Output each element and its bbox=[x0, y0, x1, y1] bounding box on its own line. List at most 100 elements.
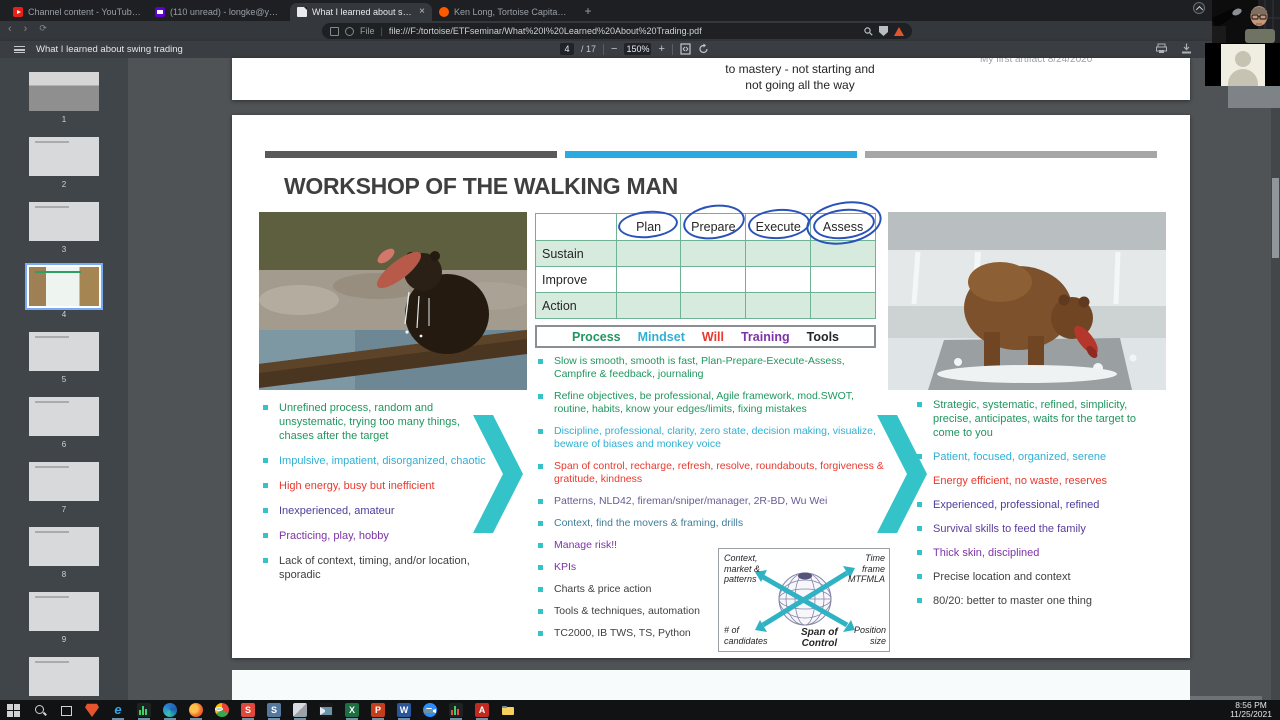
file-explorer-icon[interactable] bbox=[501, 703, 515, 717]
desktop: Channel content - YouTube Studio (110 un… bbox=[0, 0, 1280, 720]
page-thumbnail-6[interactable]: 6 bbox=[29, 397, 99, 449]
new-tab-button[interactable]: + bbox=[580, 4, 596, 20]
brave-icon[interactable] bbox=[85, 703, 99, 717]
bullet-item: 80/20: better to master one thing bbox=[917, 594, 1165, 608]
table-cell bbox=[680, 266, 747, 293]
span-of-control-diagram: Context, market & patterns Time frame MT… bbox=[718, 548, 890, 652]
bullet-text: Span of control, recharge, refresh, reso… bbox=[554, 460, 884, 485]
snagit-icon[interactable]: S bbox=[241, 703, 255, 720]
pdf-toolbar: What I learned about swing trading 4 / 1… bbox=[0, 41, 1280, 58]
bullet-item: Discipline, professional, clarity, zero … bbox=[538, 425, 890, 451]
bullet-marker bbox=[538, 499, 543, 504]
browser-tab-strip: Channel content - YouTube Studio (110 un… bbox=[0, 0, 1280, 21]
bullet-marker bbox=[538, 394, 543, 399]
novice-list: Unrefined process, random and unsystemat… bbox=[263, 401, 491, 582]
bullet-marker bbox=[263, 558, 268, 563]
word-icon[interactable]: W bbox=[397, 703, 411, 720]
scrollbar-thumb[interactable] bbox=[1272, 178, 1279, 258]
bullet-marker bbox=[538, 359, 543, 364]
page-thumbnail-9[interactable]: 9 bbox=[29, 592, 99, 644]
audio-app-2-icon[interactable] bbox=[449, 703, 463, 720]
reload-button[interactable]: ⟳ bbox=[39, 23, 47, 35]
bullet-marker bbox=[538, 429, 543, 434]
bullet-text: Survival skills to feed the family bbox=[933, 523, 1086, 535]
bear-waterfall-photo bbox=[888, 212, 1166, 390]
3d-viewer-icon[interactable] bbox=[293, 703, 307, 720]
mail-icon bbox=[155, 7, 165, 17]
print-icon[interactable] bbox=[1156, 43, 1167, 54]
bullet-item: Thick skin, disciplined bbox=[917, 546, 1165, 560]
page-thumbnail-5[interactable]: 5 bbox=[29, 332, 99, 384]
download-icon[interactable] bbox=[1181, 43, 1192, 54]
page-scroll-area[interactable]: to mastery - not starting and not going … bbox=[128, 58, 1280, 700]
zoom-in-button[interactable]: + bbox=[658, 43, 664, 55]
page-thumbnail-2[interactable]: 2 bbox=[29, 137, 99, 189]
zoom-out-button[interactable]: − bbox=[611, 43, 617, 55]
internet-explorer-icon[interactable]: e bbox=[111, 703, 125, 720]
slide-title: WORKSHOP OF THE WALKING MAN bbox=[284, 173, 678, 199]
zoom-level-value[interactable]: 150% bbox=[624, 43, 652, 55]
tab-yahoo-mail[interactable]: (110 unread) - longke@yahoo.com - bbox=[148, 3, 290, 21]
bullet-item: Energy efficient, no waste, reserves bbox=[917, 474, 1165, 488]
collapse-video-button[interactable] bbox=[1193, 2, 1205, 14]
brave-rewards-icon[interactable] bbox=[894, 26, 904, 36]
reading-list-icon[interactable] bbox=[330, 26, 339, 36]
page-number-input[interactable]: 4 bbox=[560, 43, 574, 55]
page-thumbnail-8[interactable]: 8 bbox=[29, 527, 99, 579]
page-thumbnail-4-selected[interactable]: 4 bbox=[29, 267, 99, 319]
table-cell bbox=[810, 292, 876, 319]
tab-title: (110 unread) - longke@yahoo.com - bbox=[170, 7, 283, 17]
zoom-page-icon[interactable] bbox=[864, 26, 873, 36]
tab-swing-trading-pdf[interactable]: What I learned about swing tradi × bbox=[290, 3, 432, 21]
powerpoint-icon[interactable]: P bbox=[371, 703, 385, 720]
vertical-scrollbar[interactable] bbox=[1271, 58, 1280, 700]
snagit-editor-icon[interactable]: S bbox=[267, 703, 281, 720]
excel-icon[interactable]: X bbox=[345, 703, 359, 720]
media-app-icon[interactable] bbox=[319, 703, 333, 717]
diagram-label-position-size: Position size bbox=[853, 625, 886, 646]
col-header-prepare: Prepare bbox=[680, 213, 747, 241]
windows-taskbar: e S S X P W A 8:56 PM 11/25/2021 bbox=[0, 700, 1280, 720]
forward-button[interactable]: › bbox=[24, 23, 28, 35]
firefox-icon[interactable] bbox=[189, 703, 203, 720]
tab-youtube-studio[interactable]: Channel content - YouTube Studio bbox=[6, 3, 148, 21]
row-header-action: Action bbox=[535, 292, 617, 319]
pdf-menu-icon[interactable] bbox=[14, 46, 25, 53]
task-view-icon[interactable] bbox=[59, 703, 73, 717]
bullet-item: Patterns, NLD42, fireman/sniper/manager,… bbox=[538, 495, 890, 508]
bullet-text: Discipline, professional, clarity, zero … bbox=[554, 425, 876, 450]
fit-page-icon[interactable] bbox=[680, 43, 691, 55]
edge-icon[interactable] bbox=[163, 703, 177, 720]
bullet-item: Span of control, recharge, refresh, reso… bbox=[538, 460, 890, 486]
col-header-plan: Plan bbox=[615, 213, 682, 241]
table-cell bbox=[745, 292, 812, 319]
browser-address-bar: ‹ › ⟳ File | file:///F:/tortoise/ETFsemi… bbox=[0, 21, 1280, 41]
bullet-text: Charts & price action bbox=[554, 583, 652, 595]
page-thumbnail-10[interactable]: 10 bbox=[29, 657, 99, 700]
taskbar-clock[interactable]: 8:56 PM 11/25/2021 bbox=[1230, 701, 1272, 719]
start-button-icon[interactable] bbox=[7, 703, 21, 717]
toolbar-divider bbox=[603, 43, 605, 55]
page-thumbnail-3[interactable]: 3 bbox=[29, 202, 99, 254]
tab-patreon[interactable]: Ken Long, Tortoise Capital Mgt is crea bbox=[432, 3, 574, 21]
legend-tools: Tools bbox=[806, 329, 840, 344]
rotate-icon[interactable] bbox=[698, 43, 709, 55]
search-icon[interactable] bbox=[33, 703, 47, 717]
accent-bar-cyan bbox=[565, 151, 857, 158]
brave-shield-icon[interactable] bbox=[879, 26, 888, 36]
bullet-marker bbox=[263, 483, 268, 488]
row-header-improve: Improve bbox=[535, 266, 617, 293]
bullet-marker bbox=[917, 454, 922, 459]
zoom-icon[interactable] bbox=[423, 703, 437, 717]
page-thumbnail-1[interactable]: 1 bbox=[29, 72, 99, 124]
page-number-label: 2 bbox=[61, 180, 67, 189]
page-thumbnail-7[interactable]: 7 bbox=[29, 462, 99, 514]
back-button[interactable]: ‹ bbox=[8, 23, 12, 35]
acrobat-icon[interactable]: A bbox=[475, 703, 489, 720]
chrome-icon[interactable] bbox=[215, 703, 229, 717]
chevron-arrow-left bbox=[473, 415, 523, 533]
url-omnibox[interactable]: File | file:///F:/tortoise/ETFseminar/Wh… bbox=[322, 23, 912, 39]
legend-will: Will bbox=[701, 329, 724, 344]
close-tab-icon[interactable]: × bbox=[419, 7, 425, 17]
audio-app-icon[interactable] bbox=[137, 703, 151, 720]
